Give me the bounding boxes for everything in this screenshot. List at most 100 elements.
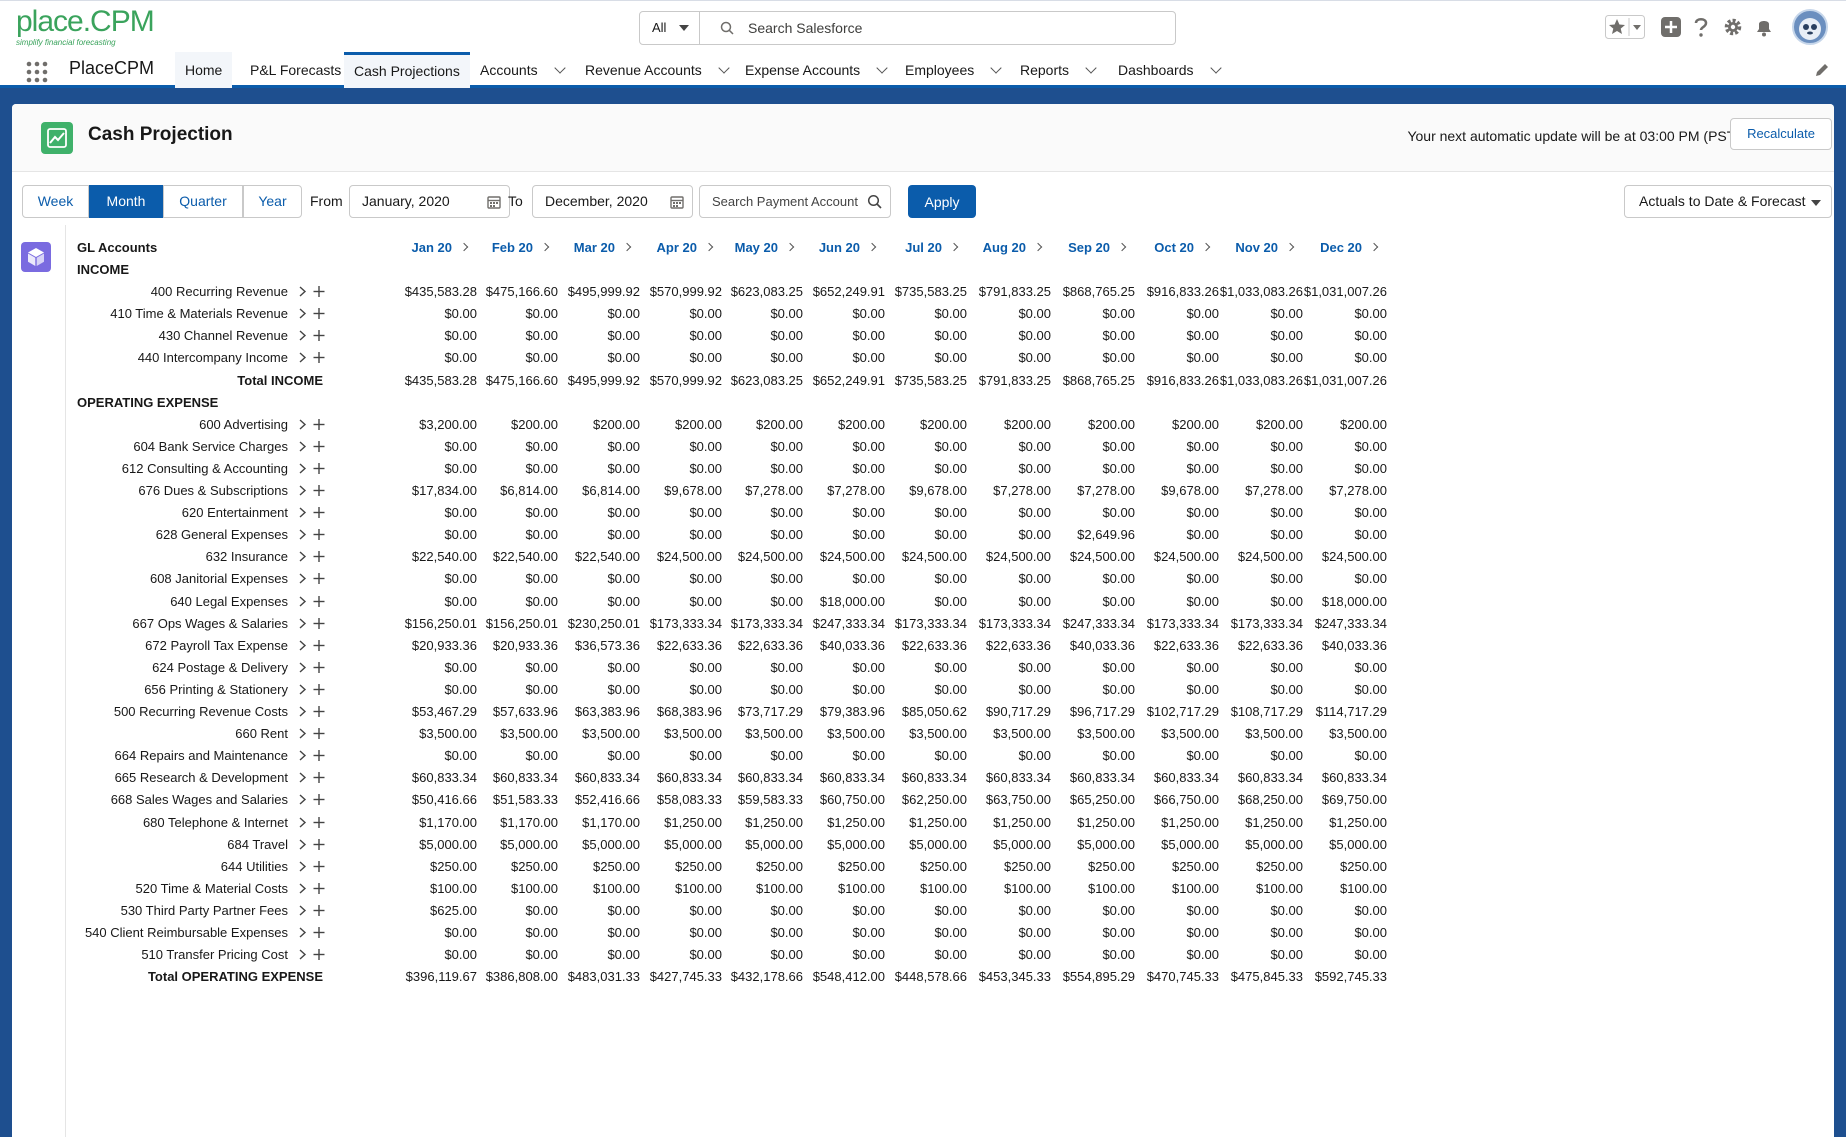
- nav-tab-p-l-forecasts[interactable]: P&L Forecasts: [240, 52, 351, 88]
- global-search[interactable]: All: [639, 11, 1176, 45]
- chevron-right-icon[interactable]: [296, 547, 310, 565]
- plus-icon[interactable]: [312, 459, 326, 477]
- add-icon[interactable]: [1659, 15, 1683, 39]
- chevron-right-icon[interactable]: [296, 658, 310, 676]
- nav-tab-expense-accounts[interactable]: Expense Accounts: [735, 52, 896, 88]
- chevron-right-icon[interactable]: [296, 569, 310, 587]
- value-cell[interactable]: $0.00: [1287, 328, 1387, 343]
- plus-icon[interactable]: [312, 614, 326, 632]
- favorites-icon[interactable]: [1605, 15, 1645, 39]
- account-name[interactable]: 672 Payroll Tax Expense: [145, 638, 288, 653]
- chevron-down-icon[interactable]: [1085, 62, 1097, 74]
- chevron-right-icon[interactable]: [296, 813, 310, 831]
- account-name[interactable]: 520 Time & Material Costs: [136, 881, 288, 896]
- plus-icon[interactable]: [312, 901, 326, 919]
- value-cell[interactable]: $3,500.00: [1287, 726, 1387, 741]
- plus-icon[interactable]: [312, 702, 326, 720]
- value-cell[interactable]: $69,750.00: [1287, 792, 1387, 807]
- chevron-right-icon[interactable]: [296, 459, 310, 477]
- account-name[interactable]: 680 Telephone & Internet: [143, 815, 288, 830]
- value-cell[interactable]: $7,278.00: [1287, 483, 1387, 498]
- account-name[interactable]: 660 Rent: [235, 726, 288, 741]
- cube-icon[interactable]: [21, 242, 51, 272]
- value-cell[interactable]: $247,333.34: [1287, 616, 1387, 631]
- plus-icon[interactable]: [312, 503, 326, 521]
- value-cell[interactable]: $18,000.00: [1287, 594, 1387, 609]
- app-launcher-icon[interactable]: [26, 61, 48, 83]
- chevron-right-icon[interactable]: [296, 525, 310, 543]
- chevron-right-icon[interactable]: [296, 768, 310, 786]
- value-cell[interactable]: $200.00: [1287, 417, 1387, 432]
- plus-icon[interactable]: [312, 724, 326, 742]
- setup-gear-icon[interactable]: [1721, 15, 1745, 39]
- nav-tab-accounts[interactable]: Accounts: [470, 52, 574, 88]
- account-name[interactable]: 684 Travel: [227, 837, 288, 852]
- chevron-right-icon[interactable]: [296, 503, 310, 521]
- account-name[interactable]: 620 Entertainment: [182, 505, 288, 520]
- value-cell[interactable]: $0.00: [1287, 903, 1387, 918]
- account-name[interactable]: 676 Dues & Subscriptions: [138, 483, 288, 498]
- period-month-button[interactable]: Month: [89, 185, 163, 218]
- value-cell[interactable]: $0.00: [1287, 505, 1387, 520]
- value-cell[interactable]: $0.00: [1287, 306, 1387, 321]
- plus-icon[interactable]: [312, 547, 326, 565]
- account-name[interactable]: 430 Channel Revenue: [159, 328, 288, 343]
- plus-icon[interactable]: [312, 282, 326, 300]
- plus-icon[interactable]: [312, 415, 326, 433]
- plus-icon[interactable]: [312, 768, 326, 786]
- nav-tab-employees[interactable]: Employees: [895, 52, 1010, 88]
- account-name[interactable]: 656 Printing & Stationery: [144, 682, 288, 697]
- nav-tab-revenue-accounts[interactable]: Revenue Accounts: [575, 52, 738, 88]
- chevron-down-icon[interactable]: [718, 62, 730, 74]
- chevron-right-icon[interactable]: [296, 437, 310, 455]
- search-scope-dropdown[interactable]: All: [640, 12, 700, 44]
- plus-icon[interactable]: [312, 658, 326, 676]
- account-name[interactable]: 510 Transfer Pricing Cost: [141, 947, 288, 962]
- period-week-button[interactable]: Week: [22, 185, 89, 218]
- chevron-right-icon[interactable]: [296, 879, 310, 897]
- value-cell[interactable]: $1,031,007.26: [1287, 284, 1387, 299]
- help-icon[interactable]: [1689, 15, 1713, 39]
- value-cell[interactable]: $0.00: [1287, 925, 1387, 940]
- plus-icon[interactable]: [312, 746, 326, 764]
- account-name[interactable]: 410 Time & Materials Revenue: [110, 306, 288, 321]
- month-header[interactable]: Dec 20: [1277, 240, 1379, 255]
- account-name[interactable]: 608 Janitorial Expenses: [150, 571, 288, 586]
- value-cell[interactable]: $114,717.29: [1287, 704, 1387, 719]
- chevron-down-icon[interactable]: [990, 62, 1002, 74]
- plus-icon[interactable]: [312, 348, 326, 366]
- chevron-right-icon[interactable]: [296, 481, 310, 499]
- calendar-icon[interactable]: [670, 195, 684, 209]
- plus-icon[interactable]: [312, 790, 326, 808]
- value-cell[interactable]: $0.00: [1287, 748, 1387, 763]
- account-name[interactable]: 632 Insurance: [206, 549, 288, 564]
- from-date-input[interactable]: January, 2020: [349, 185, 510, 218]
- chevron-right-icon[interactable]: [296, 746, 310, 764]
- value-cell[interactable]: $0.00: [1287, 439, 1387, 454]
- plus-icon[interactable]: [312, 879, 326, 897]
- chevron-right-icon[interactable]: [296, 592, 310, 610]
- recalculate-button[interactable]: Recalculate: [1730, 118, 1832, 150]
- value-cell[interactable]: $24,500.00: [1287, 549, 1387, 564]
- apply-button[interactable]: Apply: [908, 185, 976, 218]
- nav-tab-cash-projections[interactable]: Cash Projections: [344, 52, 470, 88]
- chevron-down-icon[interactable]: [553, 62, 566, 74]
- account-name[interactable]: 668 Sales Wages and Salaries: [111, 792, 288, 807]
- account-name[interactable]: 644 Utilities: [221, 859, 288, 874]
- chevron-right-icon[interactable]: [296, 415, 310, 433]
- plus-icon[interactable]: [312, 636, 326, 654]
- value-cell[interactable]: $0.00: [1287, 461, 1387, 476]
- plus-icon[interactable]: [312, 813, 326, 831]
- plus-icon[interactable]: [312, 923, 326, 941]
- plus-icon[interactable]: [312, 945, 326, 963]
- period-quarter-button[interactable]: Quarter: [163, 185, 243, 218]
- calendar-icon[interactable]: [487, 195, 501, 209]
- value-cell[interactable]: $100.00: [1287, 881, 1387, 896]
- search-input[interactable]: [748, 12, 1148, 44]
- account-name[interactable]: 500 Recurring Revenue Costs: [114, 704, 288, 719]
- account-name[interactable]: 604 Bank Service Charges: [133, 439, 288, 454]
- chevron-right-icon[interactable]: [296, 636, 310, 654]
- value-cell[interactable]: $40,033.36: [1287, 638, 1387, 653]
- chevron-right-icon[interactable]: [1369, 242, 1379, 252]
- plus-icon[interactable]: [312, 326, 326, 344]
